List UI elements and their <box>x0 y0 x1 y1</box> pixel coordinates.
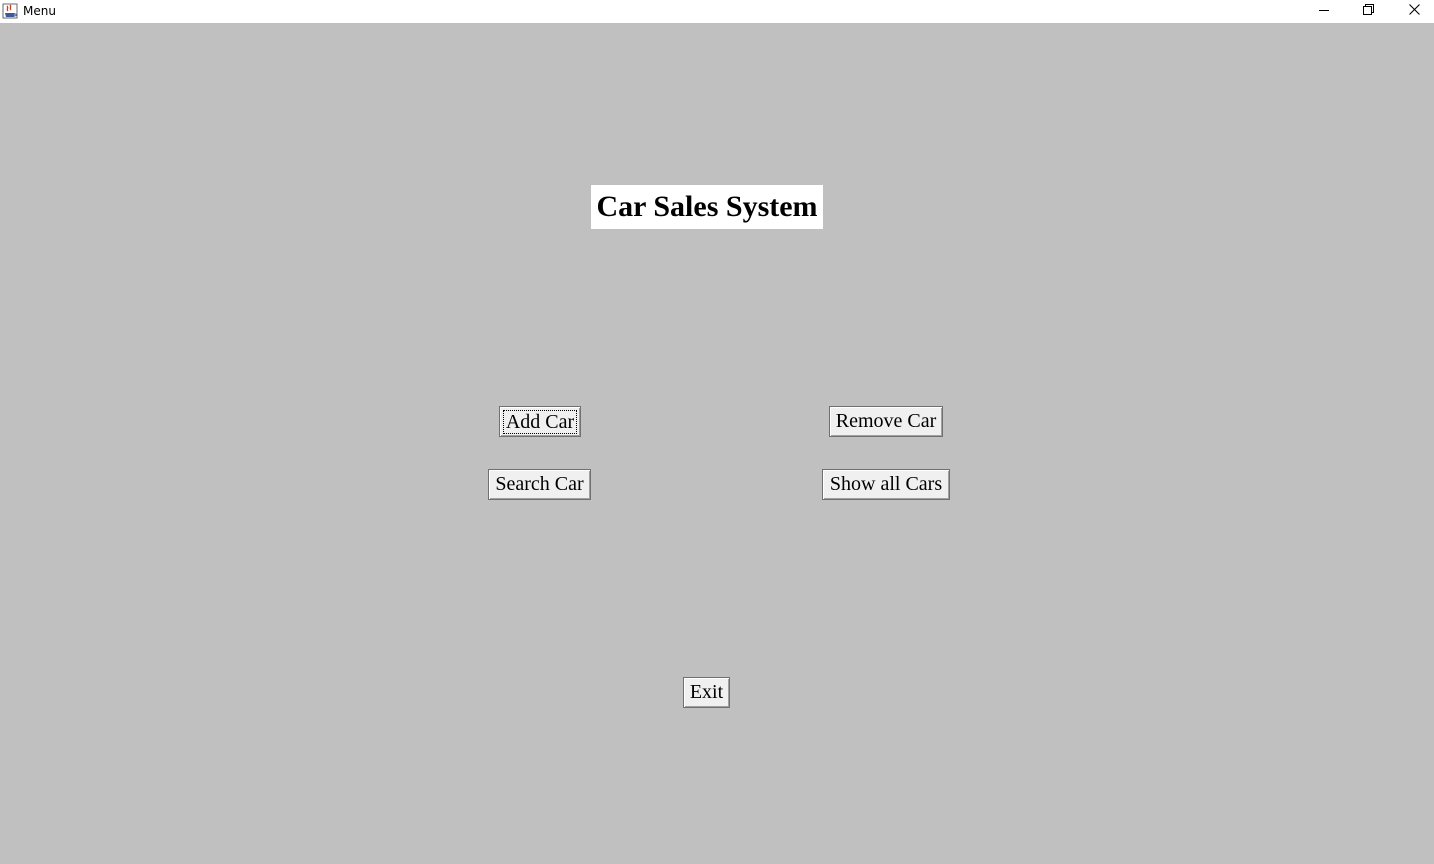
minimize-icon <box>1318 4 1329 18</box>
close-button[interactable] <box>1392 0 1434 22</box>
close-icon <box>1409 4 1420 18</box>
minimize-button[interactable] <box>1301 0 1346 22</box>
window-title: Menu <box>23 4 56 18</box>
add-car-button[interactable]: Add Car <box>499 406 581 437</box>
menu-panel: Car Sales System Add Car Remove Car Sear… <box>0 23 1434 864</box>
app-window: Menu Car Sales System Add Car Remove Car… <box>0 0 1434 864</box>
search-car-button[interactable]: Search Car <box>488 469 591 500</box>
java-app-icon[interactable] <box>2 3 18 19</box>
title-bar[interactable]: Menu <box>0 0 1434 23</box>
exit-button[interactable]: Exit <box>683 677 730 708</box>
show-all-cars-button[interactable]: Show all Cars <box>822 469 950 500</box>
restore-button[interactable] <box>1346 0 1391 22</box>
remove-car-button[interactable]: Remove Car <box>829 406 943 437</box>
add-car-label: Add Car <box>502 409 578 434</box>
restore-icon <box>1363 4 1374 18</box>
page-title: Car Sales System <box>591 185 823 229</box>
